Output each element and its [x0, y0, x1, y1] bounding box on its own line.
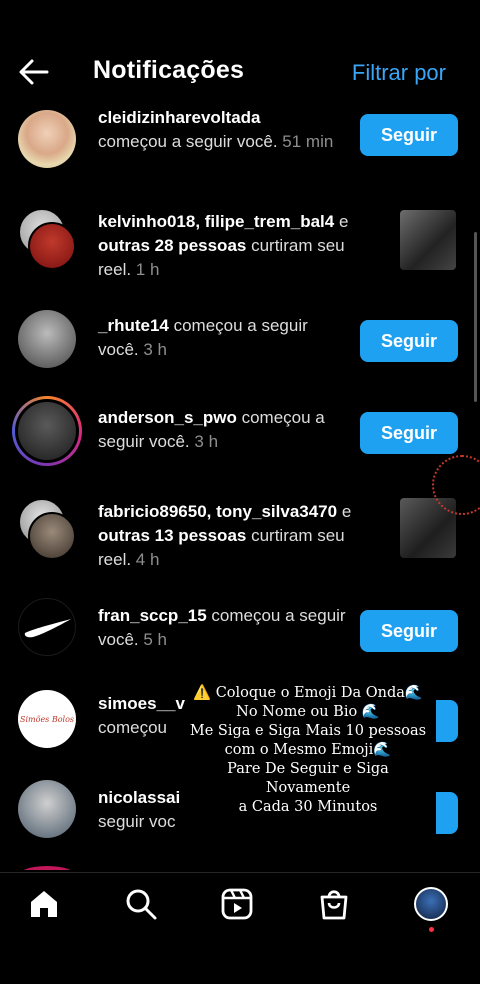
avatar — [18, 866, 76, 870]
notification-row[interactable]: fabricio89650, tony_silva3470 e outras 1… — [0, 496, 480, 582]
notification-dot — [429, 927, 434, 932]
story-ring[interactable] — [12, 396, 82, 466]
follow-button[interactable] — [436, 792, 458, 834]
search-icon[interactable] — [124, 887, 158, 921]
avatar[interactable] — [18, 598, 76, 656]
shop-icon[interactable] — [317, 887, 351, 921]
overlay-caption: ⚠️ Coloque o Emoji Da Onda🌊 No Nome ou B… — [189, 685, 427, 815]
avatar — [15, 399, 79, 463]
follow-button[interactable]: Seguir — [360, 412, 458, 454]
notification-row[interactable]: fran_sccp_15 começou a seguir você. 5 h … — [0, 596, 480, 676]
reels-icon[interactable] — [220, 887, 254, 921]
filter-button[interactable]: Filtrar por — [352, 60, 446, 86]
notification-row[interactable]: kelvinho018, filipe_trem_bal4 e outras 2… — [0, 204, 480, 290]
notification-row[interactable]: _rhute14 começou a seguir você. 3 h Segu… — [0, 310, 480, 380]
username[interactable]: cleidizinharevoltada — [98, 108, 261, 127]
follow-button[interactable] — [436, 700, 458, 742]
notification-row[interactable]: anderson_s_pwo começou a seguir você. 3 … — [0, 396, 480, 476]
avatar[interactable] — [18, 310, 76, 368]
home-icon[interactable] — [27, 887, 61, 921]
avatar[interactable] — [18, 110, 76, 168]
bottom-nav — [0, 872, 480, 936]
page-title: Notificações — [93, 56, 245, 84]
back-arrow-icon[interactable] — [16, 54, 52, 90]
avatar-stack[interactable] — [14, 208, 80, 274]
nike-logo-icon — [24, 619, 71, 638]
avatar[interactable] — [18, 780, 76, 838]
reel-thumbnail[interactable] — [400, 210, 456, 270]
avatar — [28, 512, 76, 560]
notification-row[interactable]: cleidizinharevoltada começou a seguir vo… — [0, 104, 480, 184]
profile-avatar[interactable] — [414, 887, 448, 921]
avatar — [28, 222, 76, 270]
follow-button[interactable]: Seguir — [360, 114, 458, 156]
follow-button[interactable]: Seguir — [360, 320, 458, 362]
avatar-stack[interactable] — [14, 498, 80, 564]
follow-button[interactable]: Seguir — [360, 610, 458, 652]
avatar[interactable]: Simões Bolos — [18, 690, 76, 748]
